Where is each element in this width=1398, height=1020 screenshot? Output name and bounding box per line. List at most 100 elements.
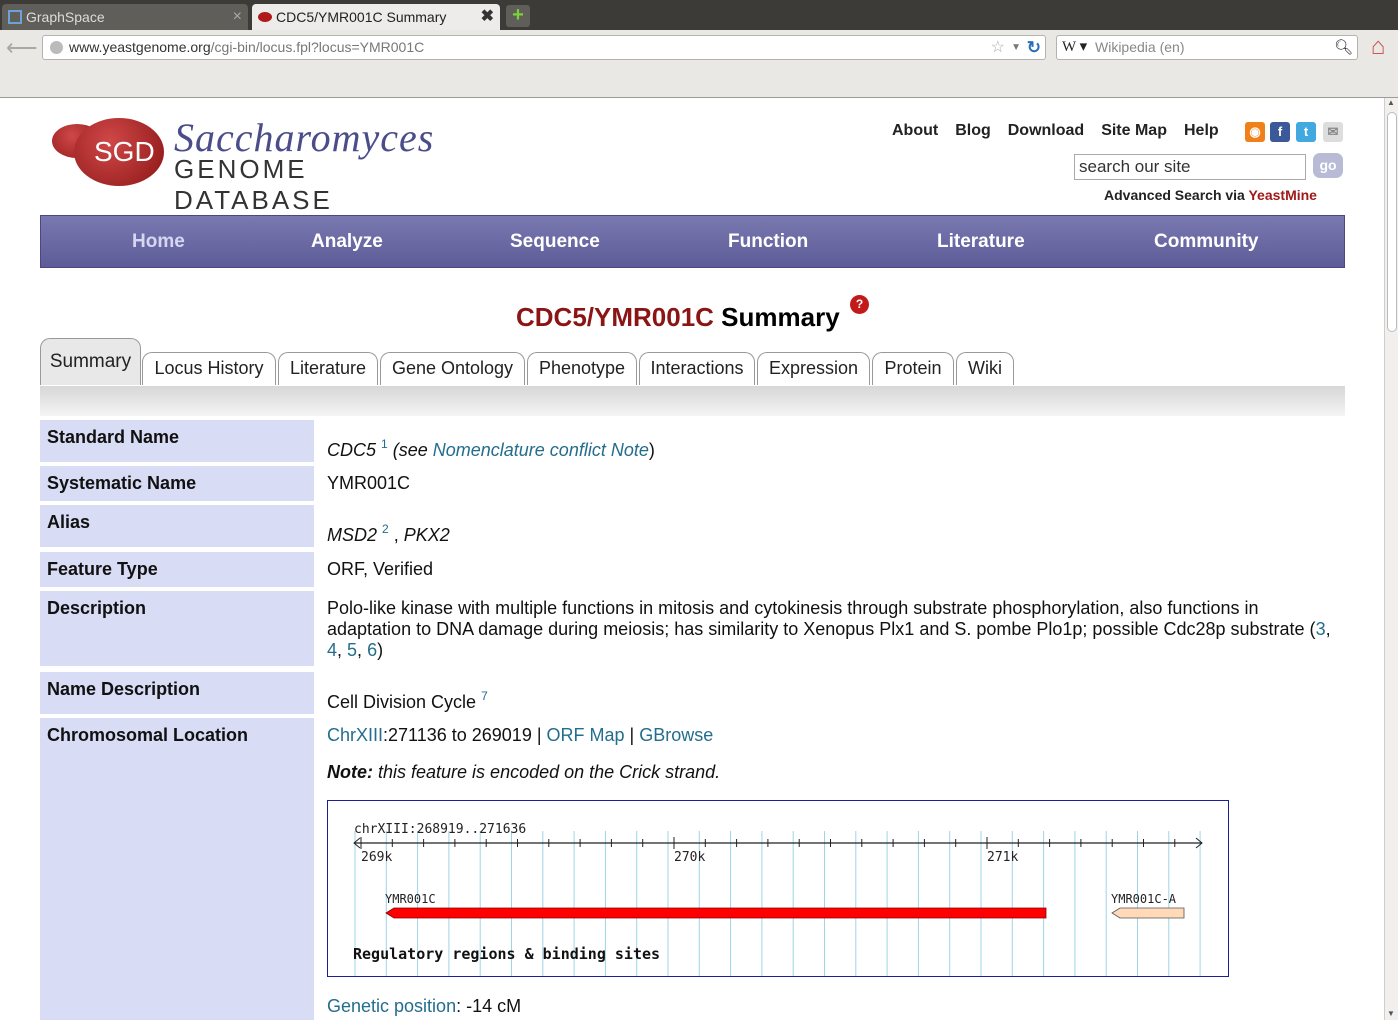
table-row: Name Description Cell Division Cycle 7 — [40, 672, 1345, 714]
row-label: Name Description — [40, 672, 314, 714]
table-row: Description Polo-like kinase with multip… — [40, 591, 1345, 666]
rss-icon[interactable]: ◉ — [1245, 122, 1265, 142]
web-page: SGD Saccharomyces GENOME DATABASE About B… — [0, 98, 1384, 1020]
orf-map-link[interactable]: ORF Map — [547, 725, 625, 745]
twitter-icon[interactable]: t — [1296, 122, 1316, 142]
nav-sequence[interactable]: Sequence — [510, 216, 600, 267]
tab-expression[interactable]: Expression — [757, 352, 870, 385]
see-prefix: (see — [387, 440, 433, 460]
advanced-search-prefix: Advanced Search via — [1104, 187, 1249, 203]
home-icon[interactable]: ⌂ — [1364, 33, 1392, 61]
url-domain: www.yeastgenome.org — [69, 39, 211, 55]
tab-literature[interactable]: Literature — [278, 352, 378, 385]
logo-subtitle: GENOME DATABASE — [174, 154, 333, 215]
search-engine-box[interactable]: W ▾ Wikipedia (en) 🔍︎ — [1056, 35, 1358, 60]
nav-analyze[interactable]: Analyze — [311, 216, 383, 267]
download-link[interactable]: Download — [1008, 122, 1084, 139]
page-tabs: Summary Locus History Literature Gene On… — [40, 338, 1345, 386]
help-icon[interactable]: ? — [850, 295, 869, 314]
row-value: CDC5 1 (see Nomenclature conflict Note) — [327, 420, 1345, 461]
chromosome-link[interactable]: ChrXIII — [327, 725, 383, 745]
row-value: YMR001C — [327, 473, 411, 493]
table-row: Alias MSD2 2 , PKX2 — [40, 505, 1345, 547]
tab-protein[interactable]: Protein — [872, 352, 954, 385]
feature-ymr001c[interactable] — [385, 907, 1047, 919]
nav-function[interactable]: Function — [728, 216, 808, 267]
blog-link[interactable]: Blog — [955, 122, 991, 139]
email-icon[interactable]: ✉ — [1323, 122, 1343, 142]
row-value: Polo-like kinase with multiple functions… — [327, 598, 1331, 660]
scrollbar-thumb[interactable] — [1387, 112, 1397, 332]
history-dropdown-icon[interactable]: ▼ — [1011, 36, 1021, 59]
close-icon[interactable]: ✖ — [481, 4, 494, 30]
tab-wiki[interactable]: Wiki — [956, 352, 1014, 385]
tick-label-269k: 269k — [361, 850, 392, 865]
site-map-link[interactable]: Site Map — [1101, 122, 1167, 139]
ref-link[interactable]: 4 — [327, 640, 337, 660]
tab-interactions[interactable]: Interactions — [639, 352, 755, 385]
row-label: Standard Name — [40, 420, 314, 462]
genome-browser-image[interactable]: chrXIII:268919..271636 269k 270k 271k YM… — [327, 800, 1229, 977]
note-label: Note: — [327, 762, 373, 782]
wikipedia-icon[interactable]: W ▾ — [1062, 36, 1087, 59]
tab-summary[interactable]: Summary — [40, 338, 141, 385]
search-icon[interactable]: 🔍︎ — [1334, 36, 1353, 59]
tab-locus-history[interactable]: Locus History — [142, 352, 276, 385]
site-search-input[interactable]: search our site — [1074, 154, 1306, 180]
main-navigation: Home Analyze Sequence Function Literatur… — [40, 215, 1345, 268]
scroll-up-icon[interactable]: ▲ — [1387, 98, 1395, 107]
facebook-icon[interactable]: f — [1270, 122, 1290, 142]
close-icon[interactable]: × — [233, 4, 242, 30]
tick-label-270k: 270k — [674, 850, 705, 865]
logo-abbrev: SGD — [94, 136, 155, 167]
new-tab-button[interactable]: + — [506, 5, 530, 27]
tab-phenotype[interactable]: Phenotype — [527, 352, 637, 385]
bookmark-star-icon[interactable]: ☆ — [991, 36, 1005, 59]
tab-graphspace[interactable]: GraphSpace × — [2, 4, 248, 30]
ref-link[interactable]: 3 — [1316, 619, 1326, 639]
url-bar[interactable]: www.yeastgenome.org/cgi-bin/locus.fpl?lo… — [42, 35, 1046, 60]
tab-cdc5-summary[interactable]: CDC5/YMR001C Summary ✖ — [252, 4, 500, 30]
feature-label-ymr001c-a: YMR001C-A — [1111, 892, 1177, 906]
feature-ymr001c-a[interactable] — [1111, 907, 1185, 919]
about-link[interactable]: About — [892, 122, 938, 139]
sgd-logo[interactable]: SGD Saccharomyces GENOME DATABASE — [48, 115, 448, 215]
nav-home[interactable]: Home — [132, 216, 185, 267]
go-button[interactable]: go — [1313, 153, 1343, 178]
scroll-down-icon[interactable]: ▼ — [1387, 1009, 1395, 1018]
genetic-position-link[interactable]: Genetic position — [327, 996, 456, 1016]
vertical-scrollbar[interactable]: ▲ ▼ — [1384, 98, 1398, 1020]
ref-link[interactable]: 2 — [382, 522, 389, 536]
tab-underline-strip — [40, 386, 1345, 416]
nomenclature-note-link[interactable]: Nomenclature conflict Note — [433, 440, 649, 460]
alias-sep: , — [388, 525, 404, 545]
yeastmine-link[interactable]: YeastMine — [1248, 187, 1316, 203]
gbrowse-link[interactable]: GBrowse — [639, 725, 713, 745]
title-suffix: Summary — [713, 302, 840, 332]
help-link[interactable]: Help — [1184, 122, 1219, 139]
nav-community[interactable]: Community — [1154, 216, 1259, 267]
nav-literature[interactable]: Literature — [937, 216, 1025, 267]
tab-gene-ontology[interactable]: Gene Ontology — [380, 352, 525, 385]
row-label: Feature Type — [40, 552, 314, 587]
tab-title: GraphSpace — [26, 9, 105, 25]
pipe-sep: | — [624, 725, 640, 745]
gene-name: CDC5/YMR001C — [516, 302, 714, 332]
description-text: Polo-like kinase with multiple functions… — [327, 598, 1316, 639]
ref-link[interactable]: 7 — [481, 689, 488, 703]
alias-1: MSD2 — [327, 525, 378, 545]
ref-link[interactable]: 1 — [381, 437, 388, 451]
row-value: Cell Division Cycle 7 — [327, 672, 1345, 713]
tick-label-271k: 271k — [987, 850, 1018, 865]
standard-name: CDC5 — [327, 440, 377, 460]
tab-title: CDC5/YMR001C Summary — [276, 9, 447, 25]
see-suffix: ) — [648, 440, 655, 460]
row-label: Alias — [40, 505, 314, 547]
name-description-text: Cell Division Cycle — [327, 692, 477, 712]
reload-icon[interactable]: ↻ — [1027, 36, 1041, 59]
back-arrow-icon[interactable]: ⟵ — [6, 34, 38, 62]
ref-link[interactable]: 6 — [367, 640, 377, 660]
globe-icon — [50, 41, 63, 54]
description-close: ) — [377, 640, 384, 660]
ref-link[interactable]: 5 — [347, 640, 357, 660]
